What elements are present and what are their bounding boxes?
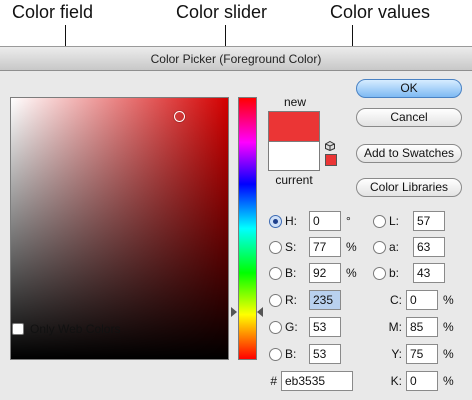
red-row: R: 235: [269, 290, 341, 310]
blue-field[interactable]: 53: [309, 344, 341, 364]
lab-a-field[interactable]: 63: [413, 237, 445, 257]
red-radio[interactable]: [269, 293, 282, 307]
saturation-radio[interactable]: [269, 240, 282, 254]
saturation-field[interactable]: 77: [309, 237, 341, 257]
magenta-unit: %: [443, 320, 454, 334]
dialog-title: Color Picker (Foreground Color): [0, 47, 472, 71]
yellow-field[interactable]: 75: [406, 344, 438, 364]
lab-l-row: L: 57: [373, 211, 445, 231]
lab-b-field[interactable]: 43: [413, 263, 445, 283]
brightness-radio[interactable]: [269, 266, 282, 280]
cyan-field[interactable]: 0: [406, 290, 438, 310]
hue-slider[interactable]: [238, 97, 257, 360]
hue-unit: °: [346, 214, 351, 228]
black-row: K: 0 %: [388, 371, 454, 391]
cyan-row: C: 0 %: [388, 290, 454, 310]
slider-right-arrow-icon[interactable]: [257, 307, 263, 317]
yellow-label: Y:: [391, 347, 402, 361]
hue-field[interactable]: 0: [309, 211, 341, 231]
magenta-row: M: 85 %: [388, 317, 454, 337]
magenta-field[interactable]: 85: [406, 317, 438, 337]
lab-l-field[interactable]: 57: [413, 211, 445, 231]
color-libraries-button[interactable]: Color Libraries: [356, 178, 462, 197]
web-safe-swatch[interactable]: [325, 154, 337, 166]
new-label: new: [283, 95, 306, 109]
only-web-colors-label: Only Web Colors: [30, 322, 121, 336]
lab-b-label: b:: [389, 266, 400, 280]
saturation-label: S:: [285, 240, 297, 254]
black-label: K:: [390, 374, 402, 388]
blue-label: B:: [285, 347, 297, 361]
annotation-color-slider: Color slider: [176, 2, 268, 22]
color-field[interactable]: [10, 97, 229, 360]
add-to-swatches-button[interactable]: Add to Swatches: [356, 144, 462, 163]
green-field[interactable]: 53: [309, 317, 341, 337]
out-of-gamut-cube-icon[interactable]: [325, 141, 335, 151]
black-field[interactable]: 0: [406, 371, 438, 391]
red-label: R:: [285, 293, 297, 307]
hue-radio[interactable]: [269, 214, 282, 228]
saturation-unit: %: [346, 240, 357, 254]
yellow-row: Y: 75 %: [388, 344, 454, 364]
brightness-field[interactable]: 92: [309, 263, 341, 283]
hue-row: H: 0 °: [269, 211, 351, 231]
annotation-color-field: Color field: [12, 2, 94, 22]
cancel-button[interactable]: Cancel: [356, 108, 462, 127]
hue-label: H:: [285, 214, 297, 228]
black-unit: %: [443, 374, 454, 388]
hex-field[interactable]: eb3535: [281, 371, 353, 391]
color-field-marker[interactable]: [174, 111, 185, 122]
cyan-label: C:: [390, 293, 402, 307]
current-color-swatch[interactable]: [268, 141, 320, 171]
lab-b-radio[interactable]: [373, 266, 386, 280]
brightness-label: B:: [285, 266, 297, 280]
cyan-unit: %: [443, 293, 454, 307]
lab-a-row: a: 63: [373, 237, 445, 257]
new-color-swatch: [268, 111, 320, 141]
green-radio[interactable]: [269, 320, 282, 334]
current-label: current: [275, 173, 313, 187]
hex-label: #: [270, 374, 277, 388]
brightness-unit: %: [346, 266, 357, 280]
hex-row: # eb3535: [267, 371, 353, 391]
annotation-color-values: Color values: [330, 2, 431, 22]
brightness-row: B: 92 %: [269, 263, 357, 283]
only-web-colors-option[interactable]: Only Web Colors: [12, 322, 120, 336]
lab-a-label: a:: [389, 240, 400, 254]
green-row: G: 53: [269, 317, 341, 337]
lab-l-radio[interactable]: [373, 214, 386, 228]
saturation-row: S: 77 %: [269, 237, 357, 257]
ok-button[interactable]: OK: [356, 79, 462, 98]
slider-left-arrow-icon[interactable]: [231, 307, 237, 317]
only-web-colors-checkbox[interactable]: [12, 323, 24, 335]
lab-l-label: L:: [389, 214, 400, 228]
lab-a-radio[interactable]: [373, 240, 386, 254]
yellow-unit: %: [443, 347, 454, 361]
blue-radio[interactable]: [269, 347, 282, 361]
red-field[interactable]: 235: [309, 290, 341, 310]
color-field-gradient[interactable]: [11, 98, 228, 359]
magenta-label: M:: [388, 320, 402, 334]
color-picker-dialog: Color Picker (Foreground Color) Only Web…: [0, 46, 472, 400]
green-label: G:: [285, 320, 298, 334]
blue-row: B: 53: [269, 344, 341, 364]
lab-b-row: b: 43: [373, 263, 445, 283]
